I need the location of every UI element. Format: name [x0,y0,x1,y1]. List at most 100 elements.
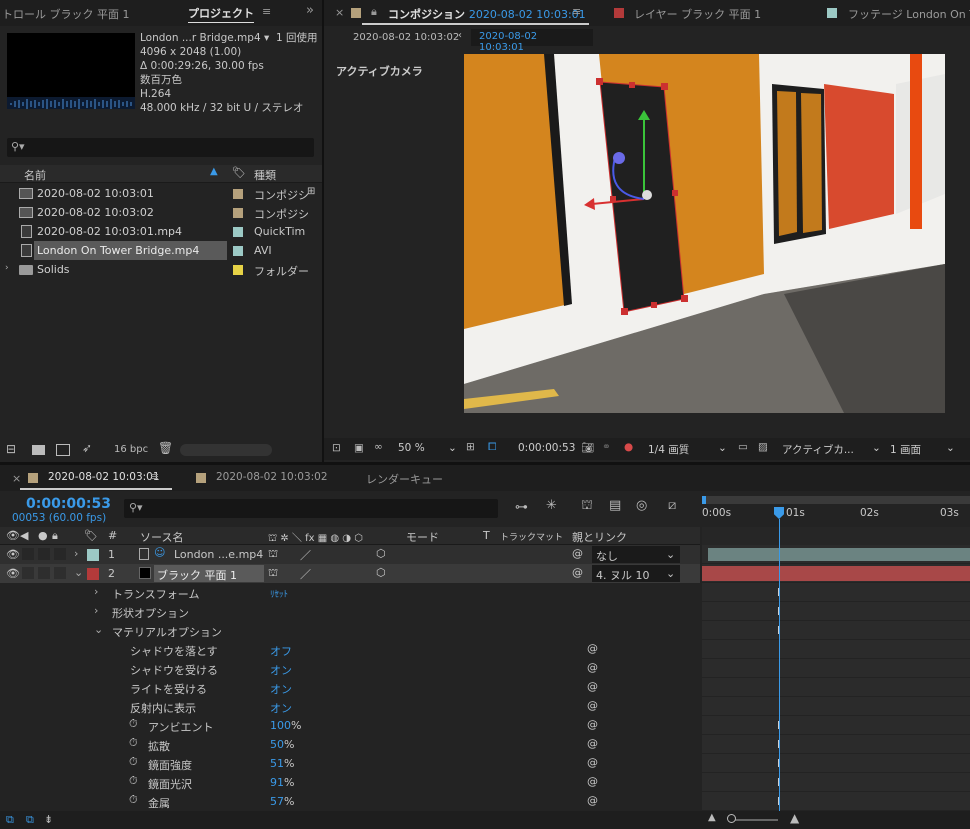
pickwhip-icon[interactable]: @ [587,680,598,693]
always-preview-icon[interactable]: ⊡ [332,442,341,454]
property-row[interactable]: ⏱ 拡散 50% @ [0,735,700,754]
list-item[interactable]: 2020-08-02 10:03:01.mp4 QuickTim [0,222,322,241]
property-value[interactable]: 91 [270,776,284,789]
region-of-interest-icon[interactable]: ⧠ [488,441,496,454]
layer-label-swatch[interactable] [87,549,99,561]
in-out-toggle-icon[interactable]: ⇟ [44,813,53,826]
property-row[interactable]: ⏱ 鏡面光沢 91% @ [0,773,700,792]
panel-menu-icon[interactable]: ≡ [150,470,159,483]
property-row[interactable]: ライトを受ける オン @ [0,678,700,697]
layer-switches-toggle-icon[interactable]: ⧉ [6,813,14,827]
expand-arrow-icon[interactable]: › [94,604,98,617]
stopwatch-icon[interactable]: ⏱ [129,755,138,769]
property-value[interactable]: 57 [270,795,284,808]
layer-2-track[interactable] [702,564,970,583]
quality-switch-icon[interactable]: ／ [300,566,311,582]
panel-menu-icon[interactable]: ≡ [572,5,581,18]
property-group-shape[interactable]: › 形状オプション [0,602,700,621]
stopwatch-icon[interactable]: ⏱ [129,793,138,807]
breadcrumb-comp-01[interactable]: 2020-08-02 10:03:01 [471,29,593,53]
grid-guide-icon[interactable]: ⊞ [466,441,475,453]
property-value[interactable]: オン [270,700,292,716]
layer-name[interactable]: London ...e.mp4 [174,548,263,561]
expand-arrow-icon[interactable]: › [5,263,9,273]
collapse-arrow-icon[interactable]: ⌄ [94,623,103,636]
label-swatch[interactable] [233,265,243,275]
work-area-bar[interactable] [702,496,970,504]
adobe-dynamic-link-icon[interactable]: ➶ [82,441,92,455]
frame-blending-icon[interactable]: ▤ [609,498,621,513]
stopwatch-icon[interactable]: ⏱ [129,717,138,731]
close-icon[interactable]: × [12,472,21,485]
camera-snapshot-icon[interactable]: 📷︎ [581,441,594,454]
zoom-slider-handle[interactable] [727,814,736,823]
time-ruler[interactable]: 0:00s 01s 02s 03s [702,496,970,526]
col-name[interactable]: 名前 [24,167,46,183]
draft-3d-icon[interactable]: ✳ [546,498,557,513]
expand-arrow-icon[interactable]: › [94,585,98,598]
playhead-marker[interactable] [774,507,784,519]
reset-link[interactable]: ﾘｾｯﾄ [270,587,288,600]
pickwhip-icon[interactable]: @ [587,699,598,712]
stopwatch-icon[interactable]: ⏱ [129,774,138,788]
expand-arrow-icon[interactable]: › [74,547,78,560]
interpret-footage-icon[interactable]: ⊟ [6,442,16,456]
lock-icon[interactable]: 🔒︎ [371,5,377,19]
col-trackmatte[interactable]: トラックマット [500,530,563,543]
expand-panels-icon[interactable]: » [306,3,314,18]
label-swatch[interactable] [233,246,243,256]
property-row[interactable]: ⏱ 鏡面強度 51% @ [0,754,700,773]
list-item[interactable]: 2020-08-02 10:03:02 コンポジシ [0,203,322,222]
fast-preview-icon[interactable]: ▭ [738,441,748,453]
modes-toggle-icon[interactable]: ⧉ [26,813,34,827]
flowchart-icon[interactable]: ⊞ [307,186,315,197]
quality-switch-icon[interactable]: ／ [300,547,311,563]
property-row[interactable]: シャドウを受ける オン @ [0,659,700,678]
pickwhip-icon[interactable]: @ [587,794,598,807]
property-value[interactable]: オン [270,681,292,697]
tab-timeline-comp-01[interactable]: 2020-08-02 10:03:01 [48,471,160,483]
collapse-arrow-icon[interactable]: ⌄ [74,566,83,579]
zoom-in-icon[interactable]: ▲ [790,811,799,825]
property-value[interactable]: 51 [270,757,284,770]
col-type[interactable]: 種類 [254,167,276,183]
3d-layer-switch-icon[interactable]: ⬡ [376,547,386,560]
mask-visibility-icon[interactable]: ∞ [374,441,383,453]
shy-layers-icon[interactable]: ⛫ [581,498,593,515]
close-icon[interactable]: × [335,6,344,19]
pickwhip-icon[interactable]: @ [587,642,598,655]
pickwhip-icon[interactable]: @ [587,737,598,750]
eye-icon[interactable]: 👁︎ [6,548,20,561]
new-composition-icon[interactable] [56,444,70,456]
zoom-select[interactable]: 50 % ⌄ [398,442,460,454]
layer-row[interactable]: 👁︎ › 1 ☺ London ...e.mp4 ⛫ ／ ⬡ @ なし ⌄ [0,545,700,564]
tab-footage[interactable]: フッテージ London On To [848,6,970,22]
col-parent[interactable]: 親とリンク [572,529,627,545]
layer-row-selected[interactable]: 👁︎ ⌄ 2 ブラック 平面 1 ⛫ ／ ⬡ @ 4. ヌル 10 ⌄ [0,564,700,583]
graph-editor-icon[interactable]: ⧄ [668,498,676,513]
pickwhip-icon[interactable]: @ [572,566,583,579]
property-value[interactable]: 50 [270,738,284,751]
comp-viewport[interactable] [464,54,945,413]
color-channels-icon[interactable]: ● [624,441,633,453]
property-row[interactable]: ⏱ 金属 57% @ [0,792,700,811]
eye-icon[interactable]: 👁︎ [6,567,20,580]
panel-menu-icon[interactable]: ≡ [262,5,271,18]
resolution-select[interactable]: 1/4 画質 ⌄ [648,442,728,457]
property-value[interactable]: オフ [270,643,292,659]
tab-effect-controls[interactable]: トロール ブラック 平面 1 [2,6,130,22]
list-item[interactable]: › Solids フォルダー [0,260,322,279]
panel-divider[interactable] [322,0,324,462]
list-item[interactable]: 2020-08-02 10:03:01 コンポジシ ⊞ [0,184,322,203]
property-group-material[interactable]: ⌄ マテリアルオプション [0,621,700,640]
property-row[interactable]: ⏱ アンビエント 100% @ [0,716,700,735]
label-swatch[interactable] [233,208,243,218]
tab-composition[interactable]: コンポジション 2020-08-02 10:03:01 [388,6,586,22]
tab-render-queue[interactable]: レンダーキュー [366,471,443,487]
property-row[interactable]: シャドウを落とす オフ @ [0,640,700,659]
parent-select[interactable]: 4. ヌル 10 ⌄ [592,565,680,582]
trash-icon[interactable]: 🗑 [158,441,173,455]
playhead-line[interactable] [779,519,780,811]
pickwhip-icon[interactable]: @ [587,718,598,731]
transparency-grid-icon[interactable]: ▨ [758,441,768,453]
